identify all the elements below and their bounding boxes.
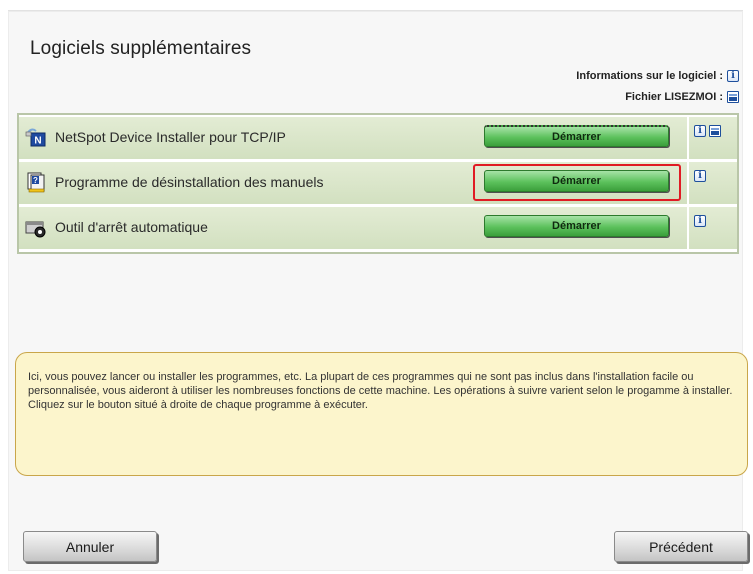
info-icon[interactable]: i [694, 125, 706, 137]
legend-info-label: Informations sur le logiciel : [576, 70, 723, 82]
program-info-cell: i [687, 117, 737, 159]
legend-readme: Fichier LISEZMOI : [625, 91, 739, 103]
netspot-installer-icon: N [25, 128, 46, 147]
info-icon[interactable]: i [694, 170, 706, 182]
start-button-manual-uninstall[interactable]: Démarrer [484, 170, 669, 192]
auto-shutdown-icon [25, 221, 46, 238]
svg-text:N: N [34, 136, 41, 147]
cancel-button[interactable]: Annuler [23, 531, 157, 562]
info-icon[interactable]: i [694, 215, 706, 227]
readme-file-icon [727, 91, 739, 103]
start-button-netspot[interactable]: Démarrer [484, 125, 669, 147]
program-name: Programme de désinstallation des manuels [55, 174, 324, 190]
program-row-manual-uninstall: ? Programme de désinstallation des manue… [19, 162, 737, 204]
programs-table: N NetSpot Device Installer pour TCP/IP D… [17, 113, 739, 254]
info-icon: i [727, 70, 739, 82]
program-row-netspot: N NetSpot Device Installer pour TCP/IP D… [19, 117, 737, 159]
legend-readme-label: Fichier LISEZMOI : [625, 91, 723, 103]
description-panel: Ici, vous pouvez lancer ou installer les… [15, 352, 748, 476]
readme-file-icon[interactable] [709, 125, 721, 137]
program-info-cell: i [687, 162, 737, 204]
back-button[interactable]: Précédent [614, 531, 748, 562]
manual-uninstall-icon: ? [27, 172, 45, 193]
program-name: Outil d'arrêt automatique [55, 219, 208, 235]
svg-text:?: ? [33, 176, 38, 185]
legend-info: Informations sur le logiciel : i [576, 70, 739, 82]
program-name: NetSpot Device Installer pour TCP/IP [55, 129, 286, 145]
program-row-auto-shutdown: Outil d'arrêt automatique Démarrer i [19, 207, 737, 249]
page-title: Logiciels supplémentaires [30, 38, 252, 59]
program-info-cell: i [687, 207, 737, 249]
start-button-auto-shutdown[interactable]: Démarrer [484, 215, 669, 237]
